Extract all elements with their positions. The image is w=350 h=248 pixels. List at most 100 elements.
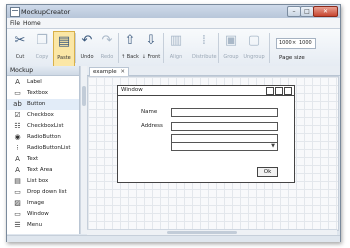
mockup-title: Window bbox=[121, 87, 143, 93]
image-icon: ▨ bbox=[14, 199, 21, 207]
align-button[interactable]: ▥ Align bbox=[166, 31, 186, 65]
tab-label: example bbox=[93, 69, 117, 75]
align-icon: ▥ bbox=[169, 33, 183, 48]
mockup-dropdown[interactable]: ▼ bbox=[171, 142, 278, 151]
toolbox-item-radiobutton[interactable]: ◉ RadioButton bbox=[7, 132, 79, 143]
undo-icon: ↶ bbox=[81, 33, 93, 48]
radio-list-icon: ⁝ bbox=[16, 144, 19, 152]
text-icon: A bbox=[15, 155, 20, 163]
checkbox-icon: ☑ bbox=[14, 111, 21, 119]
ungroup-label: Ungroup bbox=[243, 54, 265, 60]
toolbox-item-text: RadioButton bbox=[27, 134, 61, 140]
toolbox-item-image[interactable]: ▨ Image bbox=[7, 198, 79, 209]
redo-label: Redo bbox=[100, 54, 114, 60]
mockup-minimize-icon bbox=[266, 87, 274, 95]
toolbox-item-text: Drop down list bbox=[27, 189, 67, 195]
toolbox-scrollbar[interactable] bbox=[80, 66, 87, 234]
copy-label: Copy bbox=[35, 54, 49, 60]
toolbox-item-text: Textbox bbox=[27, 90, 49, 96]
paste-label: Paste bbox=[57, 55, 71, 61]
menu-icon: ☰ bbox=[14, 221, 21, 229]
ungroup-button[interactable]: ▢ Ungroup bbox=[243, 31, 265, 65]
window-icon: ▭ bbox=[14, 210, 21, 218]
distribute-button[interactable]: ⁞ Distribute bbox=[192, 31, 217, 65]
copy-button[interactable]: ❐ Copy bbox=[32, 31, 52, 65]
toolbox-item-text: Button bbox=[27, 101, 46, 107]
ungroup-icon: ▢ bbox=[247, 33, 261, 48]
toolbox-item-window[interactable]: ▭ Window bbox=[7, 209, 79, 220]
scrollbar-thumb[interactable] bbox=[82, 86, 86, 106]
toolbox-item-text: RadioButtonList bbox=[27, 145, 71, 151]
page-width-value[interactable]: 1000 bbox=[279, 39, 292, 48]
scissors-icon: ✂ bbox=[14, 33, 26, 48]
copy-icon: ❐ bbox=[36, 33, 48, 48]
menu-file[interactable]: File bbox=[10, 20, 20, 27]
list-box-icon: ▤ bbox=[14, 177, 21, 185]
mockup-ok-button[interactable]: Ok bbox=[257, 167, 278, 177]
cut-button[interactable]: ✂ Cut bbox=[10, 31, 30, 65]
toolbox-item-textbox[interactable]: ▭ Textbox bbox=[7, 88, 79, 99]
bring-up-icon: ⇧ bbox=[124, 33, 136, 48]
mockup-title-bar: Window bbox=[118, 86, 294, 96]
redo-button[interactable]: ↷ Redo bbox=[97, 31, 117, 65]
toolbox-item-text: Text bbox=[27, 156, 39, 162]
toolbox-item-menu[interactable]: ☰ Menu bbox=[7, 220, 79, 231]
text-area-icon: A bbox=[15, 166, 20, 174]
toolbox-item-checkbox[interactable]: ☑ Checkbox bbox=[7, 110, 79, 121]
window-title: MockupCreator bbox=[21, 8, 71, 16]
toolbox-item-checkboxlist[interactable]: ☷ CheckboxList bbox=[7, 121, 79, 132]
mockup-address-label: Address bbox=[141, 123, 163, 129]
group-button[interactable]: ▣ Group bbox=[221, 31, 241, 65]
scrollbar-thumb[interactable] bbox=[167, 231, 237, 234]
send-front-label: ↓ Front bbox=[141, 54, 161, 60]
toolbox-item-list-box[interactable]: ▤ List box bbox=[7, 176, 79, 187]
toolbox-item-label[interactable]: A Label bbox=[7, 77, 79, 88]
document-tabs: example ✕ bbox=[87, 66, 340, 76]
tab-close-icon[interactable]: ✕ bbox=[120, 68, 125, 76]
tab-example[interactable]: example ✕ bbox=[89, 67, 129, 76]
toolbox-item-text[interactable]: A Text bbox=[7, 154, 79, 165]
page-size-label: Page size bbox=[279, 55, 305, 61]
mockup-maximize-icon bbox=[275, 87, 283, 95]
paste-icon: ▤ bbox=[57, 34, 71, 49]
maximize-button[interactable]: □ bbox=[300, 6, 314, 17]
chevron-down-icon: ▼ bbox=[271, 143, 275, 149]
menu-bar: File Home bbox=[7, 18, 340, 29]
toolbox-item-text: CheckboxList bbox=[27, 123, 64, 129]
close-button[interactable]: ✕ bbox=[313, 6, 338, 17]
toolbox-item-text: Checkbox bbox=[27, 112, 54, 118]
redo-icon: ↷ bbox=[101, 33, 113, 48]
toolbox-item-radiobuttonlist[interactable]: ⁝ RadioButtonList bbox=[7, 143, 79, 154]
toolbox-item-text-area[interactable]: A Text Area bbox=[7, 165, 79, 176]
status-bar bbox=[7, 235, 340, 242]
toolbox-item-text: Text Area bbox=[27, 167, 53, 173]
label-icon: A bbox=[15, 78, 20, 86]
paste-button[interactable]: ▤ Paste bbox=[53, 31, 75, 67]
mockup-name-field[interactable] bbox=[171, 108, 278, 117]
toolbox-item-dropdown[interactable]: ▭ Drop down list bbox=[7, 187, 79, 198]
app-icon bbox=[10, 7, 20, 17]
page-size-input[interactable]: 1000 × 1000 bbox=[276, 38, 316, 49]
undo-button[interactable]: ↶ Undo bbox=[77, 31, 97, 65]
distribute-icon: ⁞ bbox=[201, 33, 207, 48]
textbox-icon: ▭ bbox=[14, 89, 21, 97]
bring-back-button[interactable]: ⇧ ↑ Back bbox=[120, 31, 140, 65]
mockup-close-icon bbox=[284, 87, 292, 95]
toolbox-item-button[interactable]: ab Button bbox=[7, 99, 79, 110]
page-height-value[interactable]: 1000 bbox=[299, 39, 312, 48]
toolbox-item-text: Menu bbox=[27, 222, 43, 228]
send-front-button[interactable]: ⇩ ↓ Front bbox=[141, 31, 161, 65]
minimize-button[interactable]: – bbox=[287, 6, 301, 17]
toolbox-panel: Mockup A Label ▭ Textbox ab Button ☑ Che… bbox=[7, 66, 80, 234]
title-bar: MockupCreator – □ ✕ bbox=[7, 5, 340, 18]
page-size-times: × bbox=[292, 40, 297, 46]
send-down-icon: ⇩ bbox=[145, 33, 157, 48]
mockup-window[interactable]: Window Name Address ▼ Ok bbox=[117, 85, 295, 183]
ribbon-separator bbox=[269, 33, 270, 63]
toolbox-item-text: Image bbox=[27, 200, 45, 206]
mockup-address-field[interactable] bbox=[171, 122, 278, 131]
mockup-name-label: Name bbox=[141, 109, 158, 115]
toolbox-item-text: Window bbox=[27, 211, 49, 217]
button-icon: ab bbox=[13, 100, 22, 108]
menu-home[interactable]: Home bbox=[23, 20, 41, 27]
